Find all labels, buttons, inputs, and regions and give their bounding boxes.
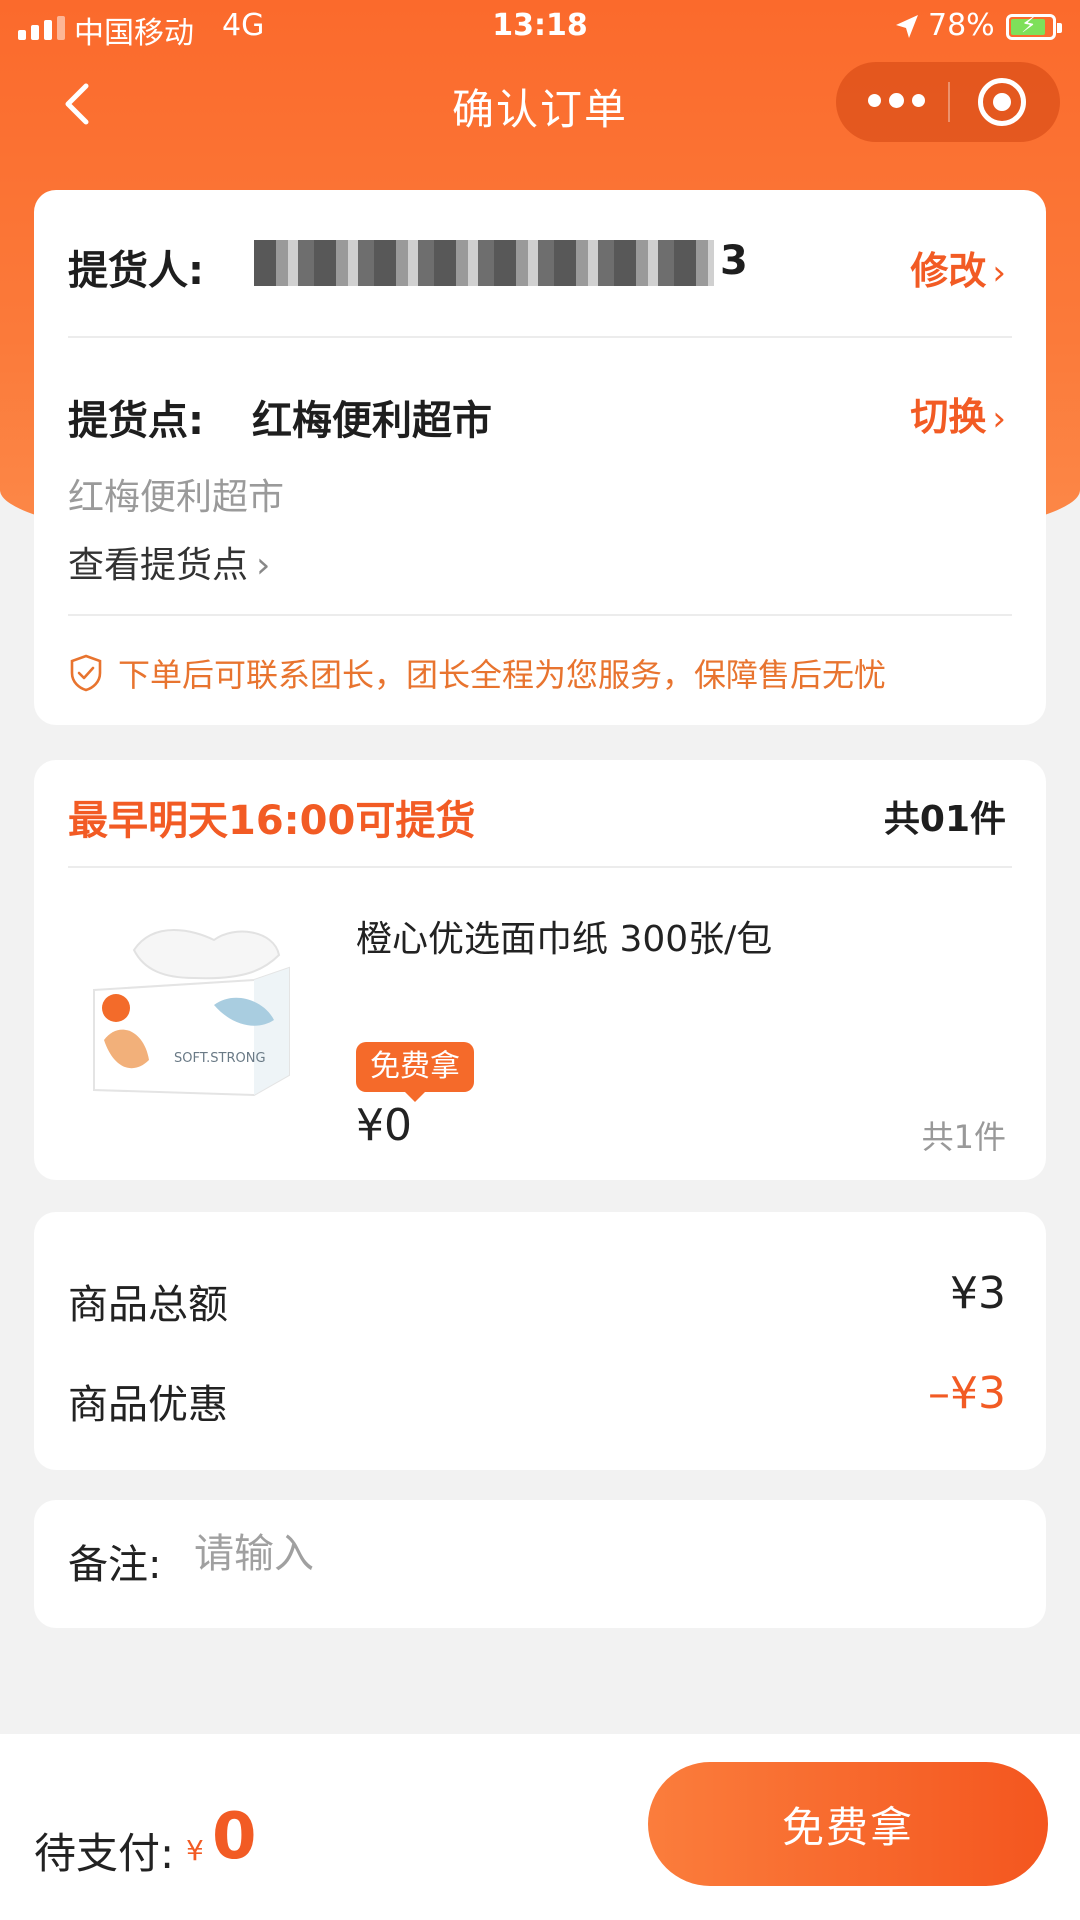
price-summary-card: 商品总额 ¥3 商品优惠 –¥3 [34, 1212, 1046, 1470]
pay-currency: ¥ [186, 1834, 204, 1867]
target-circle-icon[interactable] [978, 78, 1026, 126]
battery-percent: 78% [928, 8, 995, 43]
pay-amount: 0 [212, 1800, 257, 1874]
pickup-time: 最早明天16:00可提货 [68, 798, 476, 844]
service-notice: 下单后可联系团长，团长全程为您服务，保障售后无忧 [68, 650, 886, 696]
picker-label: 提货人: [68, 248, 204, 294]
divider [68, 614, 1012, 616]
capsule-divider [948, 82, 950, 122]
product-price: ¥0 [356, 1100, 412, 1151]
picker-phone-suffix: 3 [720, 238, 748, 284]
discount-label: 商品优惠 [68, 1382, 228, 1428]
divider [68, 866, 1012, 868]
status-bar: 中国移动 4G 13:18 78% ⚡ [0, 0, 1080, 56]
switch-label: 切换 [910, 395, 987, 439]
navigation-bar: 确认订单 [0, 58, 1080, 150]
note-label: 备注: [68, 1542, 162, 1588]
view-location-link[interactable]: 查看提货点 › [68, 536, 270, 588]
product-count: 共1件 [921, 1118, 1006, 1156]
picker-name-blurred [254, 240, 714, 286]
total-item-count: 共01件 [883, 799, 1006, 840]
product-name[interactable]: 橙心优选面巾纸 300张/包 [356, 910, 772, 962]
chevron-right-icon: › [992, 399, 1006, 439]
total-amount-value: ¥3 [950, 1268, 1006, 1319]
location-arrow-icon [896, 15, 918, 38]
total-amount-label: 商品总额 [68, 1282, 228, 1328]
chevron-right-icon: › [256, 545, 271, 586]
chevron-right-icon: › [992, 253, 1006, 293]
shield-check-icon [70, 654, 102, 692]
checkout-bar: 待支付: ¥ 0 免费拿 [0, 1734, 1080, 1920]
notice-text: 下单后可联系团长，团长全程为您服务，保障售后无忧 [118, 656, 887, 694]
free-take-button[interactable]: 免费拿 [648, 1762, 1048, 1886]
edit-label: 修改 [910, 249, 987, 293]
battery-icon: ⚡ [1006, 13, 1062, 40]
discount-value: –¥3 [928, 1368, 1006, 1419]
view-location-label: 查看提货点 [68, 545, 249, 586]
location-label: 提货点: [68, 398, 204, 444]
pay-label: 待支付: [34, 1829, 175, 1878]
free-badge: 免费拿 [356, 1042, 474, 1102]
switch-location-button[interactable]: 切换 › [910, 386, 1006, 441]
tissue-box-image[interactable]: SOFT.STRONG [74, 910, 314, 1110]
location-name: 红梅便利超市 [252, 398, 492, 444]
note-card: 备注: [34, 1500, 1046, 1628]
edit-picker-button[interactable]: 修改 › [910, 240, 1006, 295]
tissue-brand-text: SOFT.STRONG [174, 1051, 266, 1066]
location-subtitle: 红梅便利超市 [68, 477, 285, 518]
order-items-card: 最早明天16:00可提货 共01件 SOFT.STRONG 橙心优选面巾纸 30… [34, 760, 1046, 1180]
more-dots-icon[interactable] [868, 93, 925, 108]
pickup-info-card: 提货人: 3 修改 › 提货点: 红梅便利超市 切换 › 红梅便利超市 查看提货点 ›… [34, 190, 1046, 725]
note-input[interactable] [194, 1522, 974, 1586]
mini-program-capsule [836, 62, 1060, 142]
divider [68, 336, 1012, 338]
